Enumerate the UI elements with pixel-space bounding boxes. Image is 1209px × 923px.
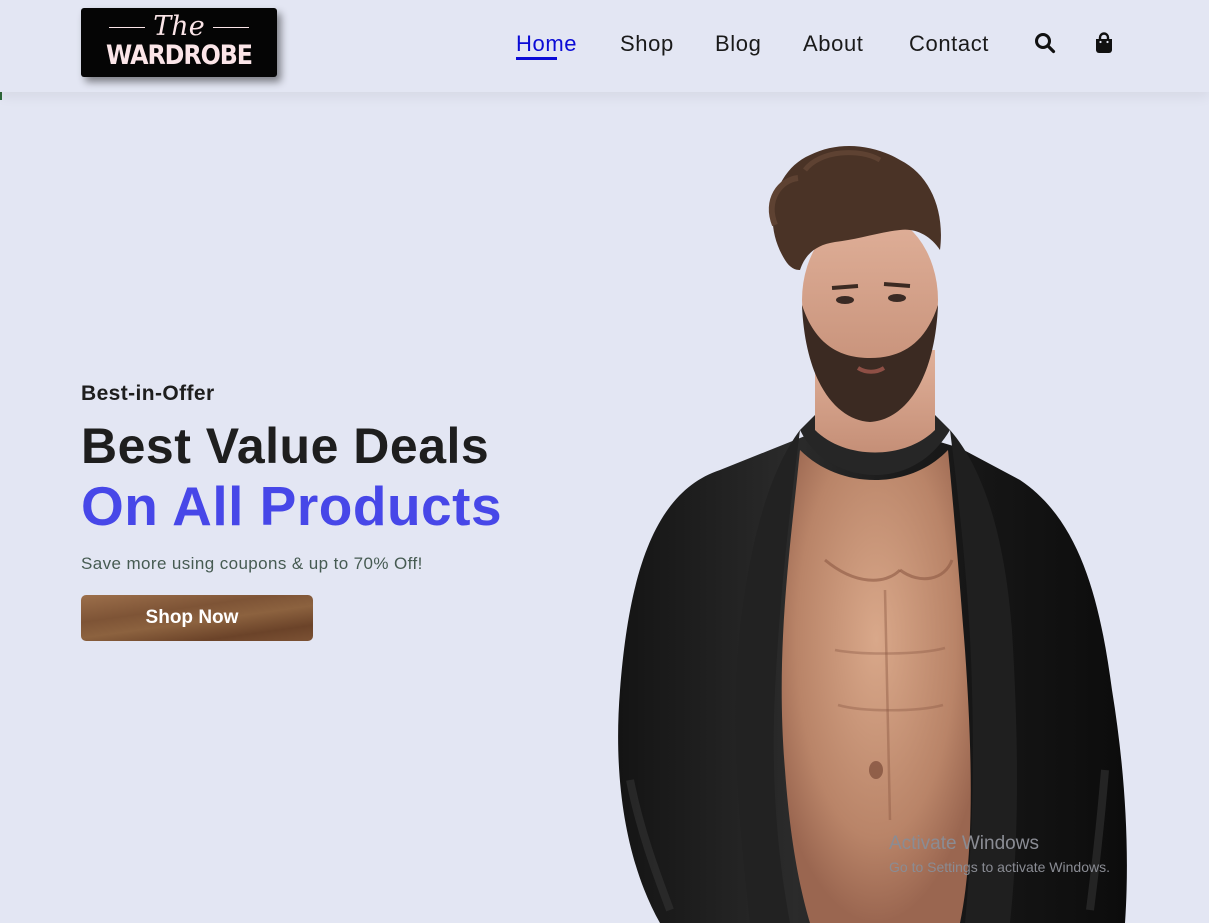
nav-active-underline: [516, 57, 557, 60]
shop-now-label: Shop Now: [145, 607, 239, 628]
hero-model-image: [600, 130, 1140, 923]
windows-activation-subtitle: Go to Settings to activate Windows.: [889, 859, 1110, 875]
shop-now-button[interactable]: Shop Now: [81, 595, 313, 641]
nav-shop[interactable]: Shop: [620, 28, 674, 60]
nav-home[interactable]: Home: [516, 28, 577, 60]
hero-headline-line2: On All Products: [81, 475, 503, 537]
nav-blog[interactable]: Blog: [715, 28, 761, 60]
nav-about[interactable]: About: [803, 28, 864, 60]
hero-headline-line1: Best Value Deals: [81, 418, 490, 474]
hero-subtext: Save more using coupons & up to 70% Off!: [81, 554, 423, 573]
hero-kicker: Best-in-Offer: [81, 382, 215, 405]
site-header: The WARDROBE Home Shop Blog About Contac…: [0, 0, 1209, 92]
nav-contact[interactable]: Contact: [909, 28, 989, 60]
shopping-bag-icon[interactable]: [1092, 31, 1116, 55]
search-icon[interactable]: [1033, 31, 1057, 55]
windows-activation-title: Activate Windows: [889, 833, 1039, 854]
main-nav: Home Shop Blog About Contact: [0, 28, 1209, 62]
